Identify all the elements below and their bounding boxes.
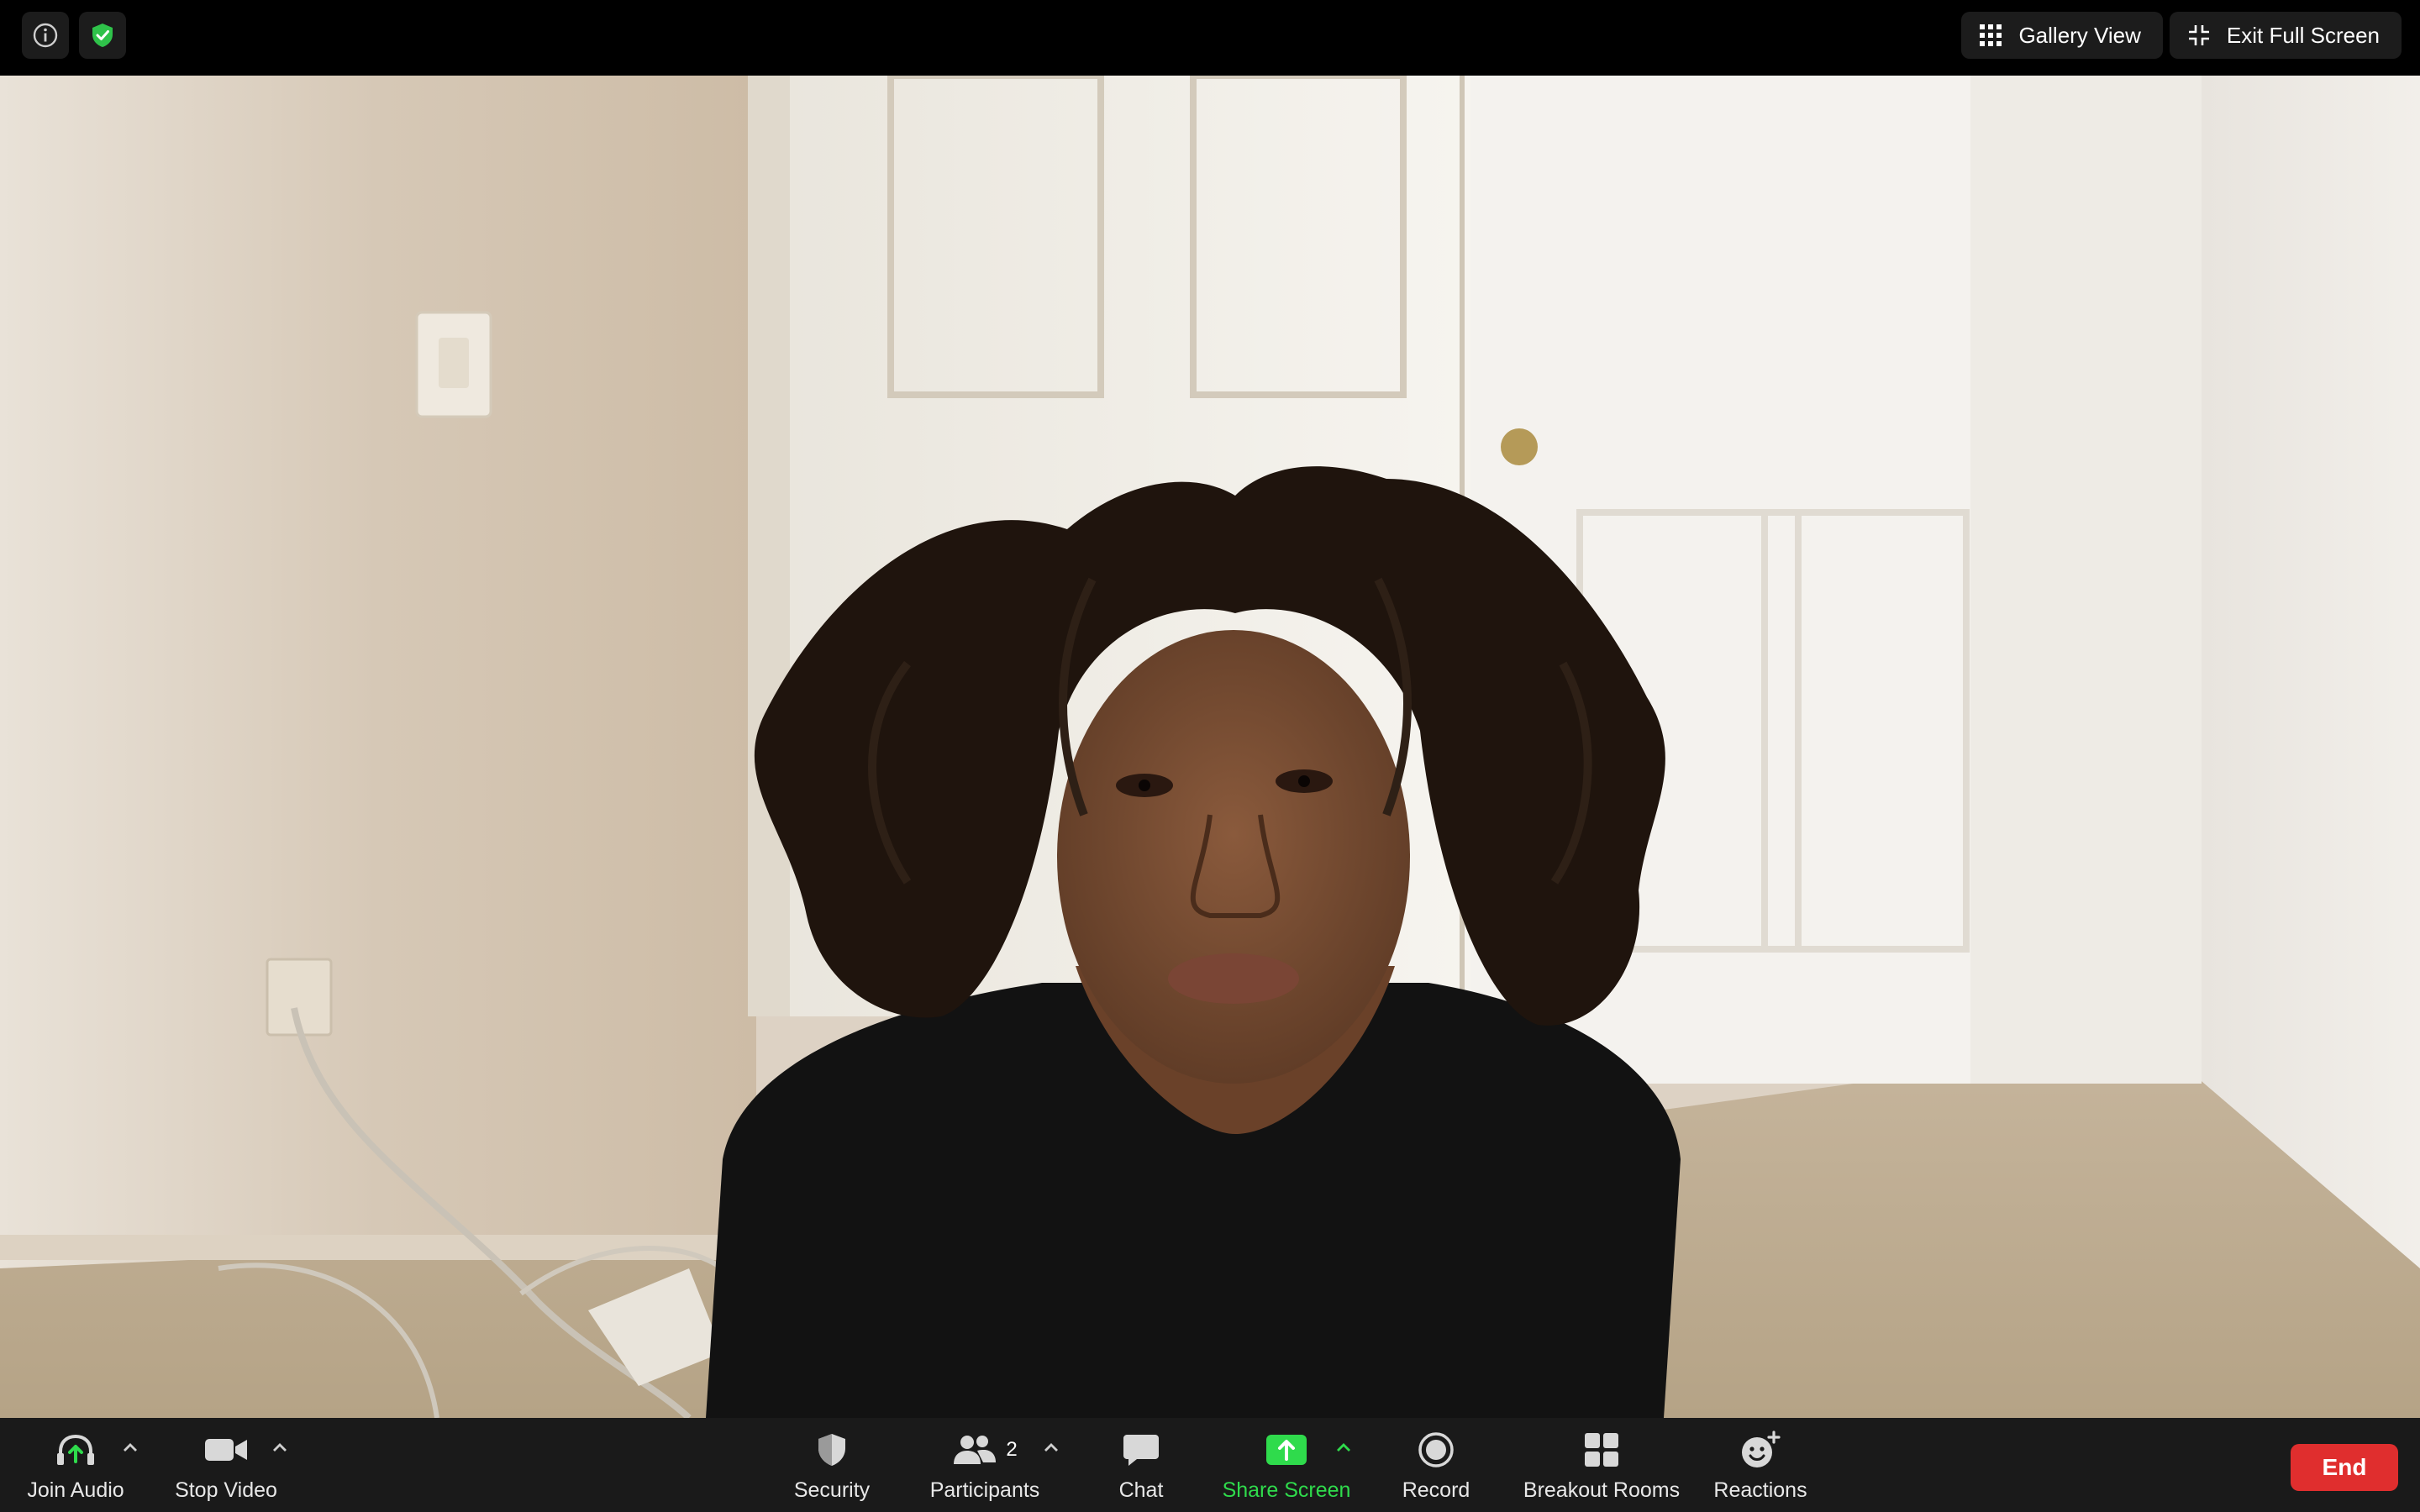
share-screen-label: Share Screen	[1222, 1478, 1351, 1502]
reactions-button[interactable]: Reactions	[1711, 1418, 1810, 1512]
chat-label: Chat	[1118, 1478, 1164, 1502]
shield-check-icon	[92, 24, 113, 47]
record-button[interactable]: Record	[1393, 1418, 1479, 1512]
security-label: Security	[793, 1478, 871, 1502]
stop-video-button[interactable]: Stop Video	[173, 1418, 279, 1512]
shield-icon	[818, 1434, 845, 1466]
participants-count: 2	[1006, 1438, 1018, 1461]
grid-icon	[1980, 24, 2002, 46]
gallery-view-button[interactable]: Gallery View	[1961, 12, 2163, 59]
chat-button[interactable]: Chat	[1106, 1418, 1176, 1512]
encryption-shield-button[interactable]	[79, 12, 126, 59]
breakout-rooms-button[interactable]: Breakout Rooms	[1519, 1418, 1684, 1512]
chevron-up-icon	[1337, 1443, 1350, 1452]
exit-full-screen-button[interactable]: Exit Full Screen	[2169, 12, 2402, 59]
top-bar: Gallery View Exit Full Screen	[0, 0, 2420, 76]
audio-options-caret[interactable]	[118, 1435, 143, 1460]
chat-bubble-icon	[1123, 1435, 1159, 1466]
headphones-icon	[57, 1434, 94, 1465]
record-icon	[1418, 1432, 1454, 1467]
participants-label: Participants	[929, 1478, 1040, 1502]
breakout-rooms-label: Breakout Rooms	[1523, 1478, 1681, 1502]
share-screen-button[interactable]: Share Screen	[1218, 1418, 1355, 1512]
exit-fullscreen-icon	[2188, 25, 2209, 45]
join-audio-label: Join Audio	[27, 1478, 124, 1502]
end-meeting-button[interactable]: End	[2291, 1444, 2398, 1491]
gallery-view-label: Gallery View	[2018, 22, 2141, 48]
exit-full-screen-label: Exit Full Screen	[2226, 22, 2380, 48]
video-feed-image	[0, 76, 2420, 1418]
stop-video-label: Stop Video	[175, 1478, 277, 1502]
share-screen-icon	[1266, 1435, 1307, 1465]
security-button[interactable]: Security	[781, 1418, 882, 1512]
share-screen-options-caret[interactable]	[1331, 1435, 1356, 1460]
video-camera-icon	[205, 1439, 247, 1461]
breakout-rooms-icon	[1585, 1433, 1618, 1467]
chevron-up-icon	[1044, 1443, 1058, 1452]
meeting-controls-toolbar: Join Audio Stop Video Security 2 Partici…	[0, 1418, 2420, 1512]
meeting-info-button[interactable]	[22, 12, 69, 59]
participants-icon	[954, 1436, 997, 1464]
record-label: Record	[1402, 1478, 1470, 1502]
reactions-label: Reactions	[1713, 1478, 1807, 1502]
join-audio-button[interactable]: Join Audio	[25, 1418, 126, 1512]
zoom-meeting-window: Gallery View Exit Full Screen Join Audio…	[0, 0, 2420, 1512]
participant-video	[0, 76, 2420, 1418]
participants-button[interactable]: 2 Participants	[926, 1418, 1044, 1512]
participants-options-caret[interactable]	[1039, 1435, 1064, 1460]
chevron-up-icon	[124, 1443, 137, 1452]
chevron-up-icon	[273, 1443, 287, 1452]
emoji-plus-icon	[1742, 1431, 1781, 1467]
video-options-caret[interactable]	[267, 1435, 292, 1460]
info-icon	[33, 23, 58, 48]
